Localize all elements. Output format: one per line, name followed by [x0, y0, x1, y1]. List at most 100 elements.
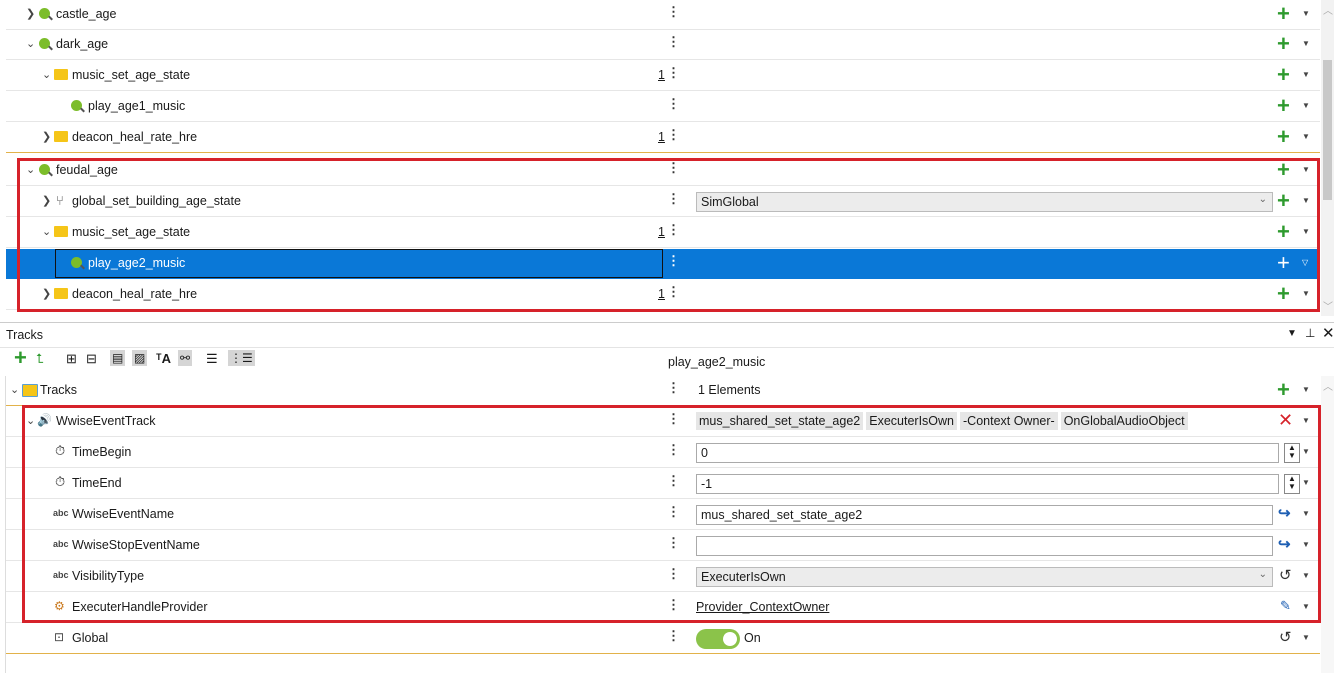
- collapse-all-icon[interactable]: ⊟: [86, 351, 97, 367]
- chevron-right-icon[interactable]: ❯: [42, 287, 51, 300]
- vertical-scrollbar[interactable]: ︿: [1321, 376, 1334, 673]
- stop-event-name-input[interactable]: [696, 536, 1273, 556]
- close-icon[interactable]: ✕: [1322, 324, 1334, 342]
- menu-dots-icon[interactable]: ⋮: [667, 97, 680, 111]
- goto-icon[interactable]: ↪: [1278, 504, 1291, 522]
- menu-dots-icon[interactable]: ⋮: [667, 412, 680, 426]
- add-icon[interactable]: +: [1277, 251, 1290, 275]
- tree-row[interactable]: play_age1_music ⋮ + ▼: [6, 92, 1320, 122]
- view-image-icon[interactable]: ▨: [132, 350, 148, 366]
- scrollbar-thumb[interactable]: [1323, 60, 1332, 200]
- scroll-down-icon[interactable]: ﹀: [1323, 298, 1333, 313]
- chevron-down-icon[interactable]: ⌄: [10, 383, 19, 396]
- scroll-up-icon[interactable]: ︿: [1323, 2, 1333, 17]
- chevron-right-icon[interactable]: ❯: [42, 194, 51, 207]
- text-format-icon[interactable]: ᵀA: [156, 351, 171, 366]
- child-count[interactable]: 1: [658, 287, 665, 301]
- tree-row[interactable]: ⌄ feudal_age ⋮ + ▼: [6, 156, 1320, 186]
- add-icon[interactable]: +: [1277, 32, 1290, 56]
- reset-icon[interactable]: ↺: [1279, 628, 1292, 646]
- child-count[interactable]: 1: [658, 68, 665, 82]
- chevron-down-icon[interactable]: ▼: [1302, 132, 1310, 141]
- vertical-scrollbar[interactable]: ︿ ﹀: [1321, 0, 1334, 316]
- chevron-right-icon[interactable]: ❯: [42, 130, 51, 143]
- expand-all-icon[interactable]: ⊞: [66, 351, 77, 367]
- property-row[interactable]: ⌄ 🔊 WwiseEventTrack ⋮ mus_shared_set_sta…: [6, 407, 1320, 437]
- menu-dots-icon[interactable]: ⋮: [667, 629, 680, 643]
- menu-dots-icon[interactable]: ⋮: [667, 35, 680, 49]
- time-end-input[interactable]: -1: [696, 474, 1279, 494]
- panel-menu-icon[interactable]: ▼: [1287, 328, 1297, 339]
- menu-dots-icon[interactable]: ⋮: [667, 285, 680, 299]
- chevron-down-icon[interactable]: ▼: [1302, 385, 1310, 394]
- edit-icon[interactable]: ✎: [1280, 598, 1291, 614]
- tree-row[interactable]: ⌄ music_set_age_state 1 ⋮ + ▼: [6, 61, 1320, 91]
- pin-icon[interactable]: ⊥: [1305, 326, 1315, 340]
- tracks-root-row[interactable]: ⌄ Tracks ⋮ 1 Elements + ▼: [6, 376, 1320, 406]
- tree-row[interactable]: ⌄ dark_age ⋮ + ▼: [6, 30, 1320, 60]
- view-details-icon[interactable]: ▤: [110, 350, 126, 366]
- scope-select[interactable]: SimGlobal ⌄: [696, 192, 1273, 212]
- chevron-down-icon[interactable]: ▼: [1302, 571, 1310, 580]
- menu-dots-icon[interactable]: ⋮: [667, 536, 680, 550]
- menu-dots-icon[interactable]: ⋮: [667, 128, 680, 142]
- add-icon[interactable]: +: [1277, 94, 1290, 118]
- chevron-down-icon[interactable]: ▼: [1302, 70, 1310, 79]
- event-name-input[interactable]: mus_shared_set_state_age2: [696, 505, 1273, 525]
- chevron-down-icon[interactable]: ▼: [1302, 633, 1310, 642]
- property-row[interactable]: abc WwiseEventName ⋮ mus_shared_set_stat…: [6, 500, 1320, 530]
- add-icon[interactable]: +: [1277, 282, 1290, 306]
- menu-dots-icon[interactable]: ⋮: [667, 567, 680, 581]
- chevron-down-icon[interactable]: ⌄: [42, 225, 51, 238]
- chevron-down-icon[interactable]: ▼: [1302, 540, 1310, 549]
- property-row[interactable]: abc WwiseStopEventName ⋮ ↪ ▼: [6, 531, 1320, 561]
- chevron-down-icon[interactable]: ⌄: [26, 414, 35, 427]
- child-count[interactable]: 1: [658, 130, 665, 144]
- time-begin-input[interactable]: 0: [696, 443, 1279, 463]
- menu-dots-icon[interactable]: ⋮: [667, 254, 680, 268]
- delete-icon[interactable]: ✕: [1278, 410, 1293, 431]
- list-dotted-icon[interactable]: ⋮☰: [228, 350, 255, 366]
- menu-dots-icon[interactable]: ⋮: [667, 381, 680, 395]
- chevron-down-icon[interactable]: ▼: [1302, 447, 1310, 456]
- menu-dots-icon[interactable]: ⋮: [667, 505, 680, 519]
- property-row[interactable]: abc VisibilityType ⋮ ExecuterIsOwn ⌄ ↺ ▼: [6, 562, 1320, 592]
- menu-dots-icon[interactable]: ⋮: [667, 66, 680, 80]
- property-row[interactable]: ⏱ TimeEnd ⋮ -1 ▲ ▼ ▼: [6, 469, 1320, 499]
- tree-row[interactable]: ❯ deacon_heal_rate_hre 1 ⋮ + ▼: [6, 280, 1320, 310]
- menu-dots-icon[interactable]: ⋮: [667, 223, 680, 237]
- chevron-down-icon[interactable]: ▼: [1302, 478, 1310, 487]
- global-toggle[interactable]: [696, 629, 740, 649]
- chevron-down-icon[interactable]: ▼: [1302, 101, 1310, 110]
- add-icon[interactable]: +: [1277, 220, 1290, 244]
- chevron-down-icon[interactable]: ▽: [1302, 258, 1308, 267]
- tree-row-selected[interactable]: play_age2_music ⋮ + ▽: [6, 249, 1320, 279]
- visibility-select[interactable]: ExecuterIsOwn ⌄: [696, 567, 1273, 587]
- property-row[interactable]: ⊡ Global ⋮ On ↺ ▼: [6, 624, 1320, 654]
- chevron-down-icon[interactable]: ▼: [1302, 289, 1310, 298]
- goto-icon[interactable]: ↪: [1278, 535, 1291, 553]
- time-begin-stepper[interactable]: ▲ ▼: [1284, 443, 1300, 463]
- link-icon[interactable]: ⚯: [178, 350, 193, 366]
- property-row[interactable]: ⚙ ExecuterHandleProvider ⋮ Provider_Cont…: [6, 593, 1320, 623]
- tree-row[interactable]: ❯ castle_age ⋮ + ▼: [6, 0, 1320, 30]
- menu-dots-icon[interactable]: ⋮: [667, 192, 680, 206]
- property-row[interactable]: ⏱ TimeBegin ⋮ 0 ▲ ▼ ▼: [6, 438, 1320, 468]
- tree-row[interactable]: ❯ ⑂ global_set_building_age_state ⋮ SimG…: [6, 187, 1320, 217]
- add-icon[interactable]: +: [1277, 378, 1290, 402]
- add-icon[interactable]: +: [1277, 189, 1290, 213]
- add-icon[interactable]: +: [1277, 125, 1290, 149]
- menu-dots-icon[interactable]: ⋮: [667, 5, 680, 19]
- chevron-down-icon[interactable]: ▼: [1302, 509, 1310, 518]
- provider-link[interactable]: Provider_ContextOwner: [696, 600, 829, 614]
- chevron-down-icon[interactable]: ▼: [1302, 39, 1310, 48]
- add-icon[interactable]: +: [14, 345, 27, 371]
- add-icon[interactable]: +: [1277, 2, 1290, 26]
- chevron-down-icon[interactable]: ▼: [1302, 227, 1310, 236]
- add-child-icon[interactable]: ⮤: [36, 351, 44, 367]
- chevron-right-icon[interactable]: ❯: [26, 7, 35, 20]
- chevron-down-icon[interactable]: ⌄: [26, 163, 35, 176]
- list-icon[interactable]: ☰: [206, 351, 218, 367]
- chevron-down-icon[interactable]: ⌄: [42, 68, 51, 81]
- menu-dots-icon[interactable]: ⋮: [667, 161, 680, 175]
